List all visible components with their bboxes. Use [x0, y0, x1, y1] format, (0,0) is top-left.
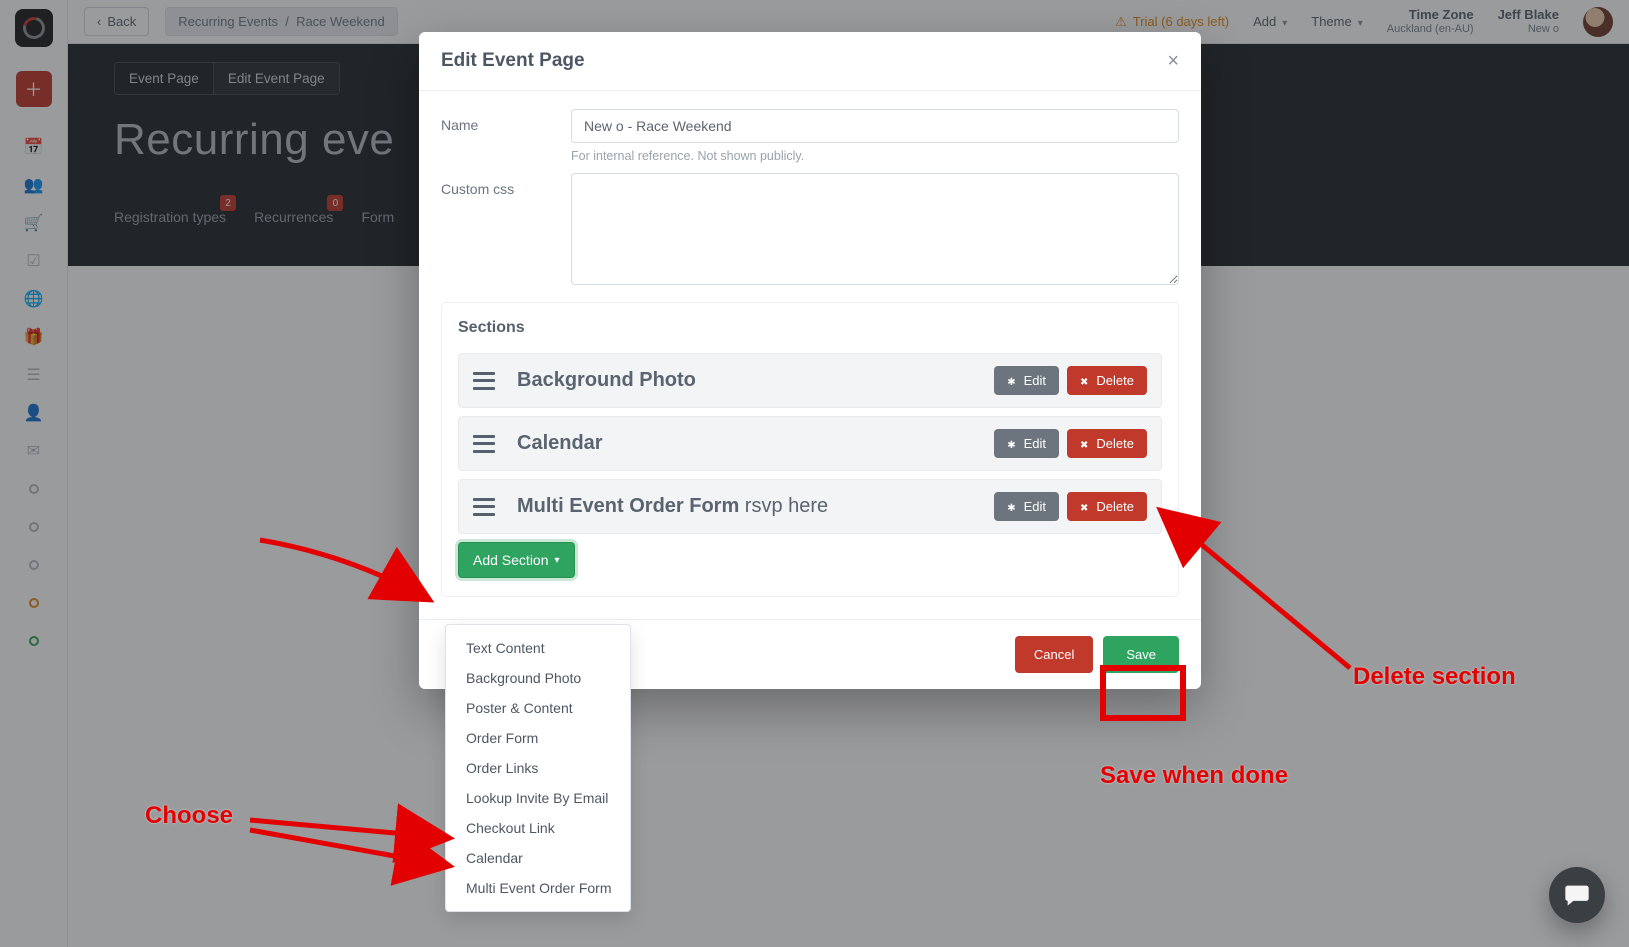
sections-title: Sections — [458, 319, 1162, 337]
custom-css-label: Custom css — [441, 173, 571, 288]
chat-bubble-button[interactable] — [1549, 867, 1605, 923]
annotation-choose-label: Choose — [145, 802, 233, 830]
name-label: Name — [441, 109, 571, 163]
drag-handle-icon[interactable] — [473, 435, 495, 453]
delete-button[interactable]: Delete — [1067, 429, 1147, 458]
section-title: Background Photo — [517, 369, 696, 392]
edit-button[interactable]: Edit — [994, 429, 1059, 458]
chat-icon — [1563, 881, 1591, 909]
sections-panel: Sections Background Photo Edit Delete Ca… — [441, 302, 1179, 597]
menu-item-text-content[interactable]: Text Content — [446, 633, 630, 663]
delete-button[interactable]: Delete — [1067, 366, 1147, 395]
drag-handle-icon[interactable] — [473, 372, 495, 390]
menu-item-calendar[interactable]: Calendar — [446, 843, 630, 873]
section-row: Multi Event Order Form rsvp here Edit De… — [458, 479, 1162, 534]
add-section-button[interactable]: Add Section — [458, 542, 575, 578]
modal-body: Name For internal reference. Not shown p… — [419, 91, 1201, 597]
close-icon[interactable]: × — [1167, 51, 1179, 71]
add-section-menu: Text Content Background Photo Poster & C… — [445, 624, 631, 912]
custom-css-textarea[interactable] — [571, 173, 1179, 285]
menu-item-order-links[interactable]: Order Links — [446, 753, 630, 783]
menu-item-lookup-invite[interactable]: Lookup Invite By Email — [446, 783, 630, 813]
edit-button[interactable]: Edit — [994, 492, 1059, 521]
section-row: Calendar Edit Delete — [458, 416, 1162, 471]
add-section-label: Add Section — [473, 552, 549, 568]
gear-icon — [1007, 373, 1017, 388]
menu-item-checkout-link[interactable]: Checkout Link — [446, 813, 630, 843]
delete-button[interactable]: Delete — [1067, 492, 1147, 521]
edit-button[interactable]: Edit — [994, 366, 1059, 395]
save-button[interactable]: Save — [1103, 636, 1179, 673]
menu-item-poster-content[interactable]: Poster & Content — [446, 693, 630, 723]
close-icon — [1080, 436, 1090, 451]
gear-icon — [1007, 436, 1017, 451]
cancel-button[interactable]: Cancel — [1015, 636, 1093, 673]
modal-title: Edit Event Page — [441, 50, 585, 72]
edit-event-page-modal: Edit Event Page × Name For internal refe… — [419, 32, 1201, 689]
gear-icon — [1007, 499, 1017, 514]
annotation-save-label: Save when done — [1100, 762, 1288, 790]
section-title: Multi Event Order Form rsvp here — [517, 495, 828, 518]
close-icon — [1080, 373, 1090, 388]
menu-item-background-photo[interactable]: Background Photo — [446, 663, 630, 693]
section-title: Calendar — [517, 432, 603, 455]
modal-header: Edit Event Page × — [419, 32, 1201, 91]
drag-handle-icon[interactable] — [473, 498, 495, 516]
menu-item-order-form[interactable]: Order Form — [446, 723, 630, 753]
name-input[interactable] — [571, 109, 1179, 143]
name-hint: For internal reference. Not shown public… — [571, 149, 1179, 163]
section-row: Background Photo Edit Delete — [458, 353, 1162, 408]
menu-item-multi-event-order[interactable]: Multi Event Order Form — [446, 873, 630, 903]
annotation-delete-label: Delete section — [1353, 663, 1516, 691]
close-icon — [1080, 499, 1090, 514]
